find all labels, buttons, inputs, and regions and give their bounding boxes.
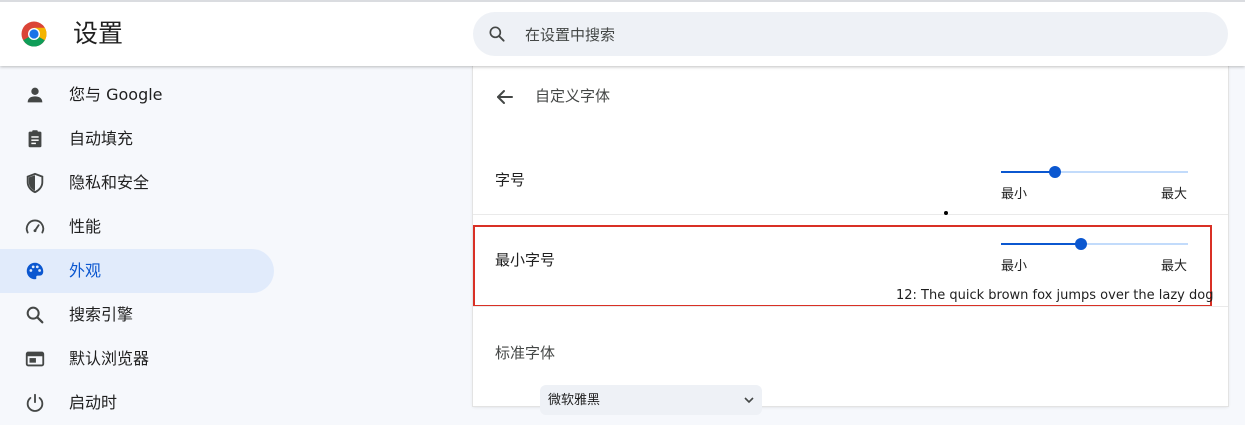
min-font-size-label: 最小字号: [495, 251, 556, 269]
sidebar-item-label: 搜索引擎: [69, 305, 134, 324]
font-size-max-label: 最大: [1161, 187, 1188, 202]
settings-search-input[interactable]: [523, 12, 1207, 58]
min-font-size-slider[interactable]: [1001, 237, 1188, 251]
slider-thumb[interactable]: [1049, 166, 1061, 178]
search-icon: [489, 26, 505, 42]
person-icon: [27, 87, 43, 103]
chevron-down-icon: [744, 397, 754, 404]
min-font-size-min-label: 最小: [1001, 259, 1028, 274]
power-icon: [26, 393, 44, 412]
customize-fonts-card: 自定义字体 字号 最小 最大 最小字号 最小 最大 12: The quick …: [473, 66, 1228, 415]
sidebar-item-autofill[interactable]: 自动填充: [0, 117, 274, 161]
sidebar-item-performance[interactable]: 性能: [0, 205, 274, 249]
sidebar-item-appearance[interactable]: 外观: [0, 249, 274, 293]
sidebar-item-privacy-security[interactable]: 隐私和安全: [0, 161, 274, 205]
browser-window-icon: [25, 351, 45, 367]
settings-header: 设置: [0, 0, 1245, 66]
back-arrow-icon[interactable]: [493, 85, 517, 109]
sidebar-item-default-browser[interactable]: 默认浏览器: [0, 337, 274, 381]
sidebar-item-label: 自动填充: [69, 129, 134, 148]
slider-track-fill: [1001, 171, 1055, 173]
sidebar-item-label: 默认浏览器: [69, 349, 150, 368]
chrome-logo-icon: [21, 21, 47, 47]
subpage-title: 自定义字体: [535, 87, 611, 105]
standard-font-select-value: 微软雅黑: [548, 393, 601, 408]
row-divider: [473, 306, 1228, 307]
row-divider: [473, 214, 1228, 215]
settings-sidebar: 您与 Google 自动填充 隐私和安全 性能 外观 搜索引擎 默认浏览器 启动…: [0, 73, 300, 412]
font-size-min-label: 最小: [1001, 187, 1028, 202]
sidebar-item-label: 性能: [69, 217, 102, 236]
sidebar-item-on-startup[interactable]: 启动时: [0, 381, 274, 425]
sidebar-item-label: 隐私和安全: [69, 173, 150, 192]
page-title: 设置: [73, 19, 124, 48]
sidebar-item-search-engine[interactable]: 搜索引擎: [0, 293, 274, 337]
slider-track-fill: [1001, 243, 1081, 245]
sidebar-item-label: 外观: [69, 261, 102, 280]
min-font-size-max-label: 最大: [1161, 259, 1188, 274]
sidebar-item-label: 启动时: [69, 393, 118, 412]
font-size-label: 字号: [495, 171, 526, 189]
slider-thumb[interactable]: [1075, 238, 1087, 250]
clipboard-icon: [28, 130, 42, 148]
standard-font-select[interactable]: 微软雅黑: [540, 385, 762, 415]
sidebar-item-label: 您与 Google: [69, 85, 163, 104]
sidebar-item-you-and-google[interactable]: 您与 Google: [0, 73, 274, 117]
palette-icon: [26, 262, 44, 280]
shield-icon: [26, 172, 44, 194]
min-font-size-sample: 12: The quick brown fox jumps over the l…: [896, 288, 1214, 303]
settings-search-box[interactable]: [473, 12, 1228, 58]
mouse-pointer-dot: [944, 211, 948, 215]
speedometer-icon: [25, 219, 45, 234]
standard-font-title: 标准字体: [495, 344, 556, 362]
search-icon: [26, 306, 44, 324]
font-size-slider[interactable]: [1001, 165, 1188, 179]
